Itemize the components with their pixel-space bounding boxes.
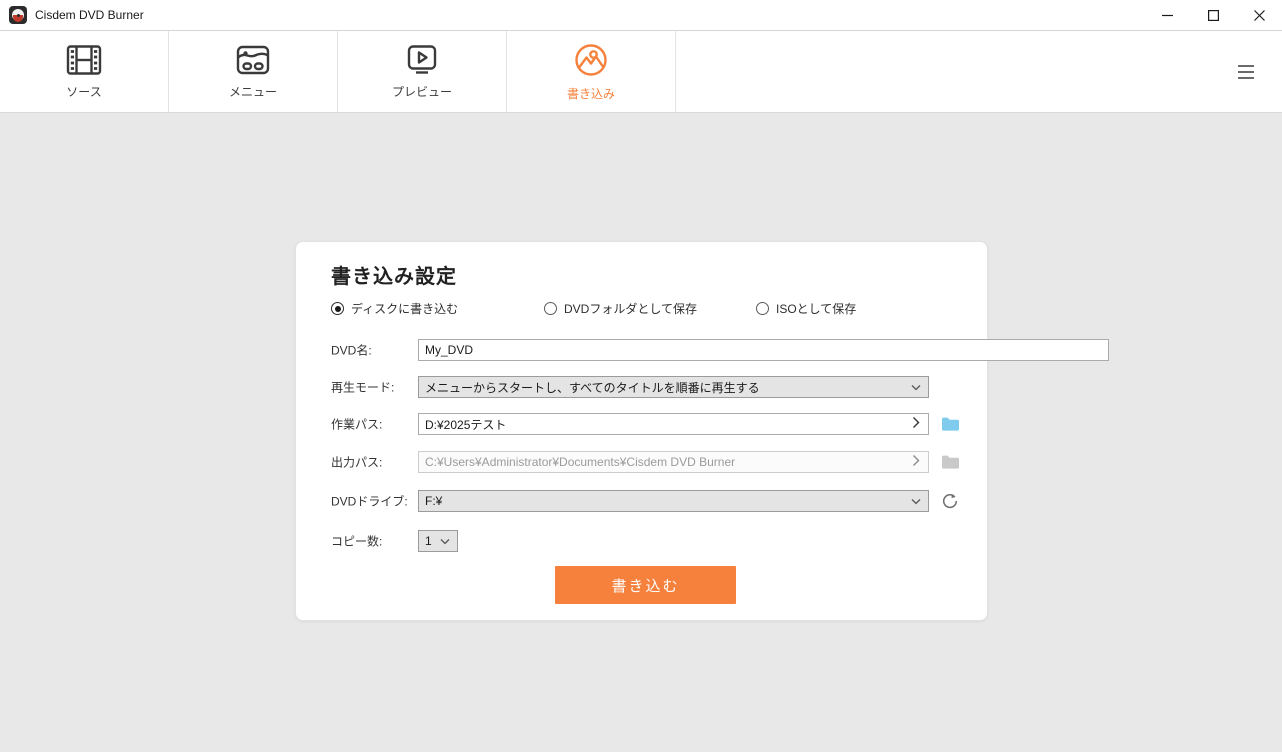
output-folder-icon (940, 452, 960, 472)
window-title: Cisdem DVD Burner (35, 8, 144, 22)
burn-icon (573, 42, 609, 78)
minimize-button[interactable] (1144, 0, 1190, 31)
radio-save-as-dvd-folder[interactable]: DVDフォルダとして保存 (544, 300, 697, 317)
output-path-label: 出力パス: (331, 454, 382, 471)
chevron-right-icon (912, 417, 920, 432)
maximize-button[interactable] (1190, 0, 1236, 31)
tab-menu-label: メニュー (229, 83, 277, 100)
chevron-right-icon (912, 455, 920, 470)
burn-mode-radio-group: ディスクに書き込む DVDフォルダとして保存 ISOとして保存 (296, 300, 987, 318)
dvd-drive-select[interactable]: F:¥ (418, 490, 929, 512)
chevron-down-icon (440, 534, 450, 548)
dvd-name-input[interactable] (418, 339, 1109, 361)
copies-row: コピー数: 1 (296, 530, 987, 552)
output-path-field: C:¥Users¥Administrator¥Documents¥Cisdem … (418, 451, 929, 473)
app-icon (9, 6, 27, 24)
radio-selected-icon (331, 302, 344, 315)
main-content: 書き込み設定 ディスクに書き込む DVDフォルダとして保存 ISOとして保存 D… (0, 113, 1282, 751)
tab-burn-label: 書き込み (567, 85, 615, 102)
burn-button[interactable]: 書き込む (555, 566, 736, 604)
radio-unselected-icon (544, 302, 557, 315)
film-strip-icon (66, 44, 102, 76)
close-button[interactable] (1236, 0, 1282, 31)
play-mode-row: 再生モード: メニューからスタートし、すべてのタイトルを順番に再生する (296, 376, 987, 398)
refresh-drives-icon[interactable] (940, 491, 960, 511)
radio-burn-to-disc[interactable]: ディスクに書き込む (331, 300, 458, 317)
tab-menu[interactable]: メニュー (169, 31, 338, 112)
play-mode-select[interactable]: メニューからスタートし、すべてのタイトルを順番に再生する (418, 376, 929, 398)
tab-preview-label: プレビュー (392, 83, 452, 100)
chevron-down-icon (911, 494, 921, 508)
title-bar: Cisdem DVD Burner (0, 0, 1282, 31)
radio-save-as-iso[interactable]: ISOとして保存 (756, 300, 856, 317)
copies-label: コピー数: (331, 533, 382, 550)
dvd-drive-row: DVDドライブ: F:¥ (296, 490, 987, 512)
work-folder-icon[interactable] (940, 414, 960, 434)
burn-settings-panel: 書き込み設定 ディスクに書き込む DVDフォルダとして保存 ISOとして保存 D… (295, 241, 988, 621)
tab-bar: ソース メニュー プレビュー (0, 31, 1282, 113)
chevron-down-icon (911, 380, 921, 394)
play-mode-label: 再生モード: (331, 379, 394, 396)
tab-source-label: ソース (66, 83, 101, 100)
hamburger-menu-icon[interactable] (1222, 31, 1282, 112)
tab-source[interactable]: ソース (0, 31, 169, 112)
panel-title: 書き込み設定 (331, 260, 457, 289)
tab-burn[interactable]: 書き込み (507, 31, 676, 112)
dvd-drive-label: DVDドライブ: (331, 493, 408, 510)
dvd-name-label: DVD名: (331, 342, 372, 359)
play-monitor-icon (404, 44, 440, 76)
work-path-label: 作業パス: (331, 416, 382, 433)
menu-template-icon (235, 44, 271, 76)
radio-unselected-icon (756, 302, 769, 315)
work-path-row: 作業パス: D:¥2025テスト (296, 413, 987, 435)
output-path-row: 出力パス: C:¥Users¥Administrator¥Documents¥C… (296, 451, 987, 473)
work-path-field[interactable]: D:¥2025テスト (418, 413, 929, 435)
tab-preview[interactable]: プレビュー (338, 31, 507, 112)
dvd-name-row: DVD名: (296, 339, 987, 361)
copies-select[interactable]: 1 (418, 530, 458, 552)
